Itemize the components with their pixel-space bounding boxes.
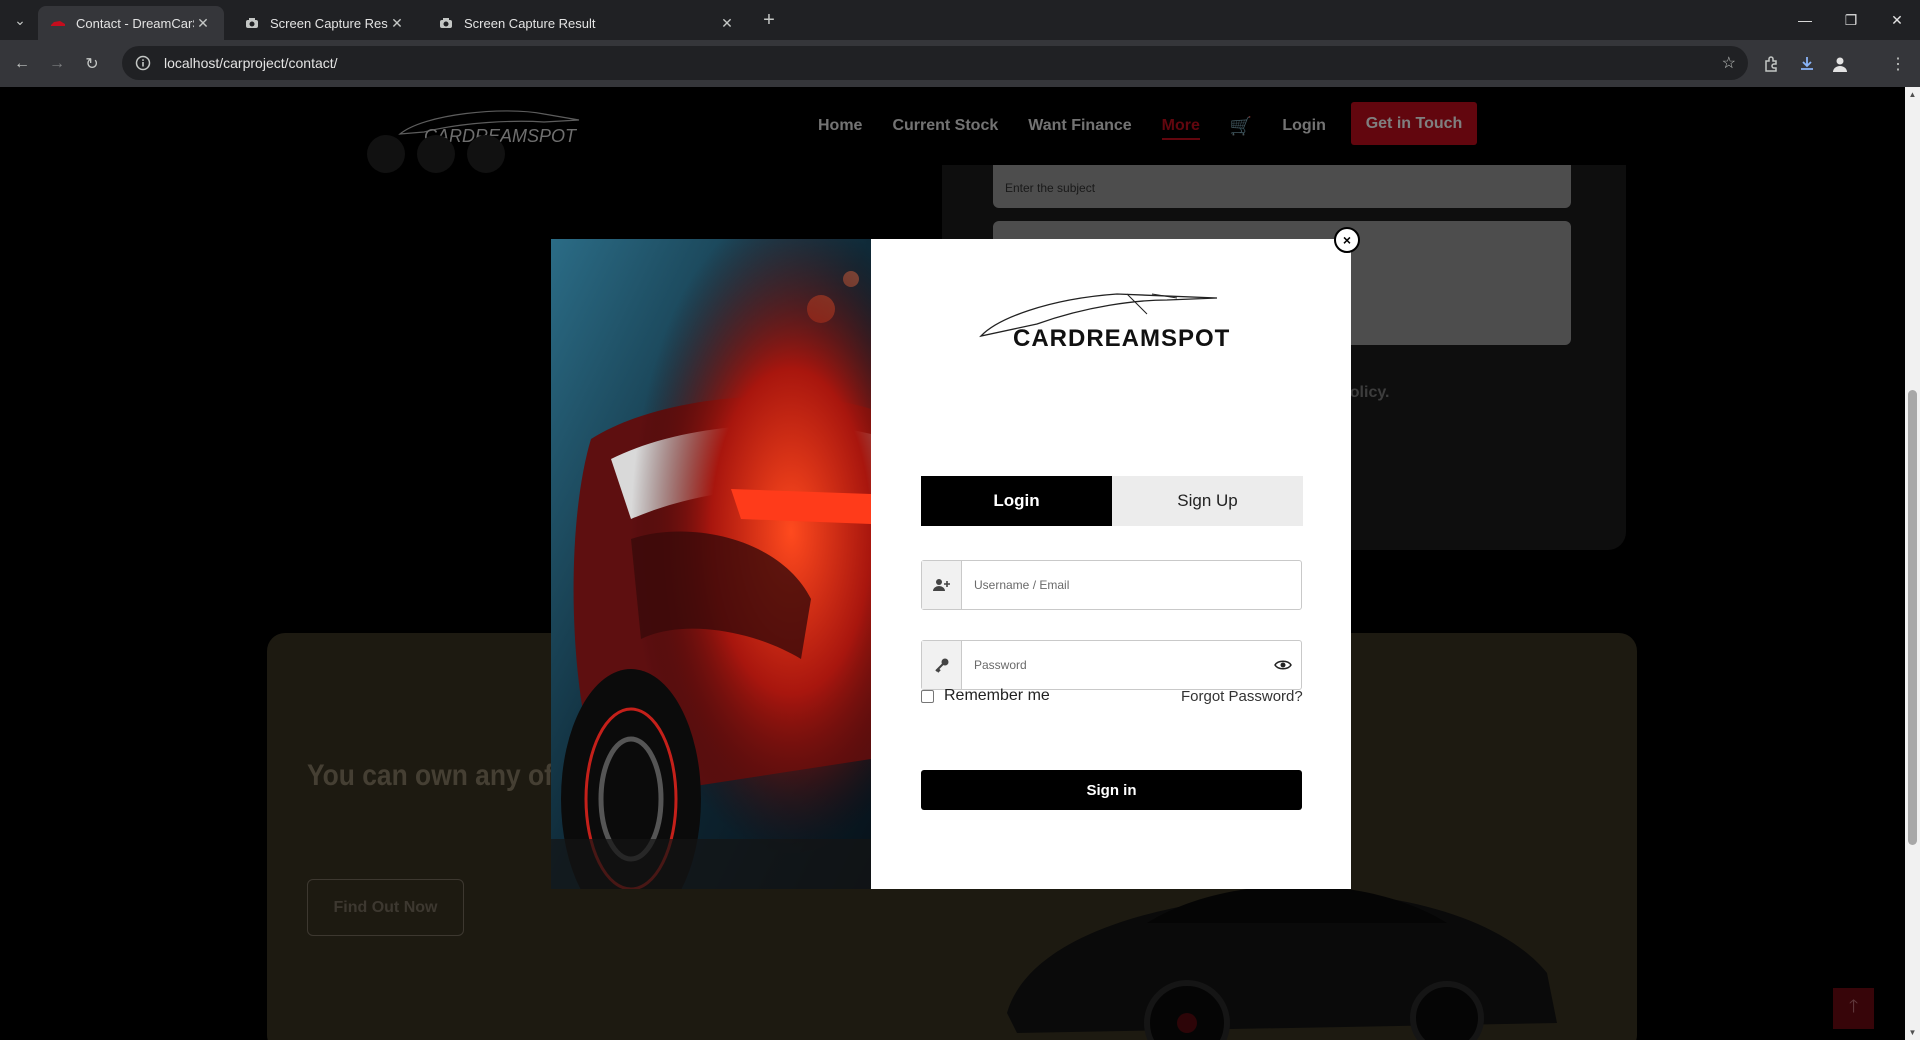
- extensions-icon[interactable]: [1758, 50, 1786, 78]
- new-tab-button[interactable]: +: [757, 8, 781, 32]
- reload-button[interactable]: ↻: [78, 50, 106, 78]
- svg-text:CARDREAMSPOT: CARDREAMSPOT: [1013, 325, 1230, 352]
- remember-me[interactable]: Remember me: [921, 687, 1050, 705]
- login-form-panel: CARDREAMSPOT Login Sign Up Username / Em…: [871, 239, 1351, 889]
- page-viewport: CARDREAMSPOT Home Current Stock Want Fin…: [0, 87, 1905, 1040]
- remember-checkbox[interactable]: [921, 689, 934, 703]
- tab-title: Screen Capture Result: [464, 15, 596, 31]
- key-icon: [922, 641, 962, 689]
- user-plus-icon: [922, 561, 962, 609]
- username-field: [921, 560, 1302, 610]
- tab-search-button[interactable]: ⌄: [8, 8, 32, 32]
- forward-button[interactable]: →: [43, 50, 71, 78]
- bookmark-star-icon[interactable]: ☆: [1722, 53, 1736, 73]
- back-button[interactable]: ←: [8, 50, 36, 78]
- tab-close-icon[interactable]: ✕: [718, 14, 736, 32]
- tab-title: Screen Capture Result: [270, 15, 388, 31]
- page-scrollbar[interactable]: ▲ ▼: [1905, 87, 1920, 1040]
- close-window-button[interactable]: ✕: [1874, 0, 1920, 40]
- username-input[interactable]: [962, 561, 1301, 609]
- show-password-eye-icon[interactable]: [1265, 659, 1301, 671]
- tab-title: Contact - DreamCarSpot: [76, 15, 194, 31]
- tab-screen-capture-1[interactable]: Screen Capture Result ✕: [232, 6, 418, 40]
- profile-icon[interactable]: [1826, 50, 1854, 78]
- sign-in-button[interactable]: Sign in: [921, 770, 1302, 810]
- browser-tab-bar: ⌄ Contact - DreamCarSpot ✕ Screen Captur…: [0, 0, 1920, 40]
- forgot-password-link[interactable]: Forgot Password?: [1181, 688, 1303, 705]
- modal-car-image: [551, 239, 871, 889]
- scroll-down-arrow-icon[interactable]: ▼: [1905, 1025, 1920, 1040]
- minimize-button[interactable]: —: [1782, 0, 1828, 40]
- login-modal: CARDREAMSPOT Login Sign Up Username / Em…: [551, 239, 1351, 889]
- restore-button[interactable]: ❐: [1828, 0, 1874, 40]
- address-bar[interactable]: localhost/carproject/contact/ ☆: [122, 46, 1748, 80]
- download-icon[interactable]: [1793, 50, 1821, 78]
- tab-login[interactable]: Login: [921, 476, 1112, 526]
- password-field: [921, 640, 1302, 690]
- modal-logo: CARDREAMSPOT: [979, 293, 1230, 352]
- modal-close-button[interactable]: ×: [1334, 227, 1360, 253]
- scroll-thumb[interactable]: [1908, 390, 1917, 845]
- car-favicon-icon: [50, 15, 66, 31]
- browser-toolbar: ← → ↻ localhost/carproject/contact/ ☆ ⋮: [0, 40, 1920, 87]
- camera-icon: [438, 15, 454, 31]
- tab-contact[interactable]: Contact - DreamCarSpot ✕: [38, 6, 224, 40]
- url-text: localhost/carproject/contact/: [164, 55, 338, 71]
- auth-tabs: Login Sign Up: [921, 476, 1303, 526]
- password-input[interactable]: [962, 641, 1265, 689]
- browser-menu-icon[interactable]: ⋮: [1884, 50, 1912, 78]
- tab-close-icon[interactable]: ✕: [194, 14, 212, 32]
- tab-signup[interactable]: Sign Up: [1112, 476, 1303, 526]
- scroll-up-arrow-icon[interactable]: ▲: [1905, 87, 1920, 102]
- camera-icon: [244, 15, 260, 31]
- remember-label: Remember me: [944, 687, 1050, 704]
- tab-screen-capture-2[interactable]: Screen Capture Result ✕: [426, 6, 748, 40]
- tab-close-icon[interactable]: ✕: [388, 14, 406, 32]
- site-info-icon[interactable]: [126, 46, 160, 80]
